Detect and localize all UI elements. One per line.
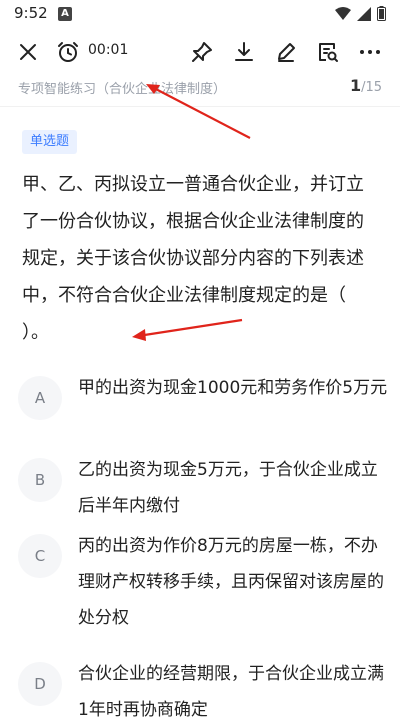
answer-sheet-button[interactable] — [308, 30, 348, 74]
close-button[interactable] — [8, 30, 48, 74]
more-dots-icon — [360, 50, 380, 54]
question-type-badge: 单选题 — [22, 130, 78, 154]
answer-sheet-icon — [319, 43, 338, 62]
option-d-circle[interactable]: D — [18, 662, 62, 706]
total-pages: /15 — [361, 80, 382, 95]
page-counter: 1/15 — [350, 76, 382, 95]
edit-pencil-icon — [278, 43, 295, 62]
more-button[interactable] — [350, 30, 390, 74]
question-text: 甲、乙、丙拟设立一普通合伙企业，并订立了一份合伙协议，根据合伙企业法律制度的规定… — [22, 174, 364, 343]
option-c-circle[interactable]: C — [18, 534, 62, 578]
alarm-clock-icon — [58, 42, 78, 62]
download-button[interactable] — [224, 30, 264, 74]
current-page: 1 — [349, 76, 362, 95]
alarm-clock-button[interactable] — [48, 30, 88, 74]
toolbar: 00:01 — [0, 30, 400, 74]
wifi-icon — [335, 6, 351, 20]
pin-button[interactable] — [182, 30, 222, 74]
notification-a-icon: A — [58, 7, 72, 21]
status-indicators — [335, 6, 386, 21]
signal-icon — [357, 6, 371, 21]
status-time: 9:52 — [14, 4, 48, 22]
close-icon — [20, 44, 36, 60]
battery-icon — [377, 6, 386, 21]
option-c-text: 丙的出资为作价8万元的房屋一栋，不办理财产权转移手续，且丙保留对该房屋的处分权 — [78, 536, 384, 628]
edit-button[interactable] — [266, 30, 306, 74]
download-icon — [235, 42, 253, 61]
divider — [0, 106, 400, 107]
status-bar: 9:52 A — [0, 0, 400, 28]
pin-icon — [192, 42, 212, 62]
option-b-circle[interactable]: B — [18, 458, 62, 502]
subheader: 专项智能练习（合伙企业法律制度） 1/15 — [0, 76, 400, 100]
timer-text: 00:01 — [88, 42, 129, 58]
option-a-circle[interactable]: A — [18, 376, 62, 420]
breadcrumb: 专项智能练习（合伙企业法律制度） — [18, 82, 227, 97]
option-b-text: 乙的出资为现金5万元，于合伙企业成立后半年内缴付 — [78, 460, 378, 516]
option-a-text: 甲的出资为现金1000元和劳务作价5万元 — [78, 378, 388, 398]
option-d-text: 合伙企业的经营期限，于合伙企业成立满1年时再协商确定 — [78, 664, 384, 720]
